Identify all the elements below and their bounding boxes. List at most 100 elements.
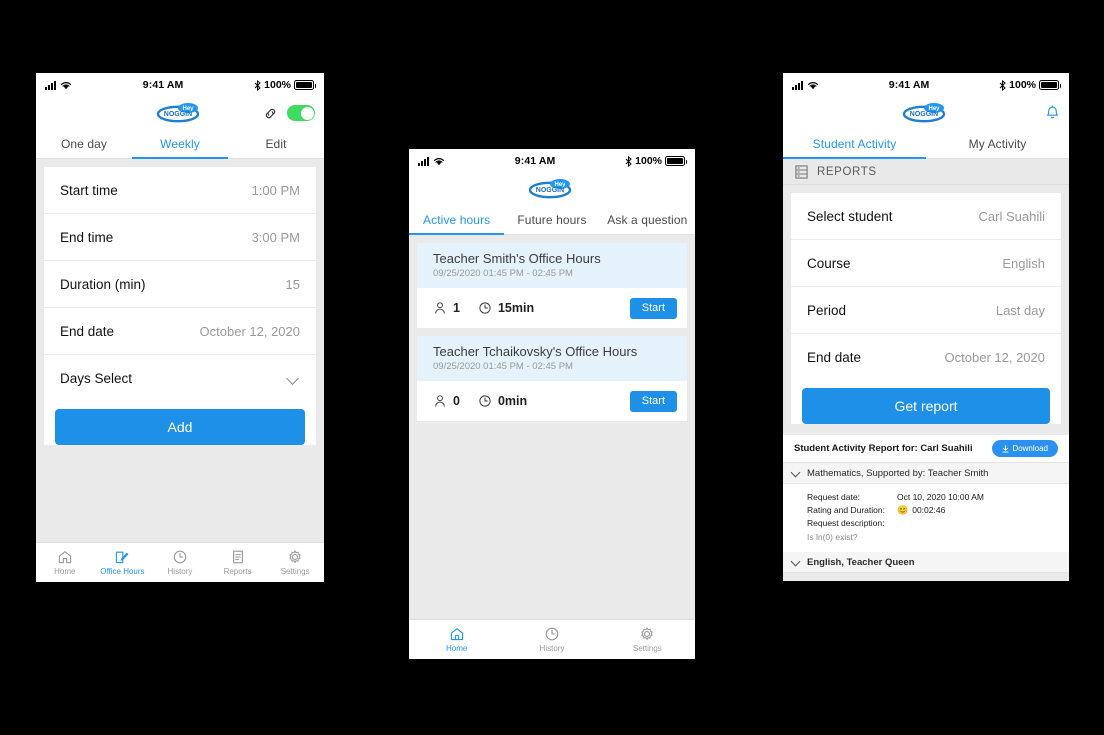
bell-icon[interactable] <box>1045 105 1060 121</box>
start-button[interactable]: Start <box>629 297 677 319</box>
tabbar-label: Reports <box>223 567 252 576</box>
tabbar-label: Home <box>54 567 76 576</box>
row-label: End date <box>60 323 115 339</box>
tabbar-item-settings[interactable]: Settings <box>266 549 324 576</box>
status-time: 9:41 AM <box>142 79 184 91</box>
link-toggle[interactable] <box>287 105 315 121</box>
clock-icon <box>545 627 559 641</box>
download-button[interactable]: Download <box>992 440 1058 457</box>
tabbar-item-reports[interactable]: Reports <box>209 549 267 576</box>
row-label: Course <box>807 255 851 271</box>
status-bar: 9:41 AM 100% <box>36 73 324 97</box>
row-label: Start time <box>60 182 118 198</box>
bottom-tabbar-phone-one: Home Office Hours History Reports Settin… <box>36 542 324 582</box>
tab-future-hours[interactable]: Future hours <box>504 205 599 234</box>
home-icon <box>450 628 463 641</box>
battery-percent: 100% <box>1009 79 1036 91</box>
row-value: 3:00 PM <box>251 229 300 245</box>
cellular-signal-icon <box>418 156 429 166</box>
tabbar-item-settings[interactable]: Settings <box>600 626 695 653</box>
battery-percent: 100% <box>264 79 291 91</box>
tabbar-item-history[interactable]: History <box>151 549 209 576</box>
rating-emoji-icon: 😊 <box>897 505 909 515</box>
gear-icon <box>641 627 653 640</box>
tabbar-label: Office Hours <box>100 567 145 576</box>
report-group-title: English, Teacher Queen <box>807 556 915 568</box>
start-button[interactable]: Start <box>629 390 677 412</box>
row-label: End time <box>60 229 114 245</box>
row-value: 1:00 PM <box>251 182 300 198</box>
hey-noggin-logo: Hey NOGGIN <box>528 178 576 200</box>
row-select-student[interactable]: Select student Carl Suahili <box>791 193 1061 240</box>
report-group-mathematics[interactable]: Mathematics, Supported by: Teacher Smith <box>783 463 1069 484</box>
wifi-icon <box>434 158 444 166</box>
report-group-english[interactable]: English, Teacher Queen <box>783 552 1069 573</box>
tabbar-label: History <box>539 644 565 653</box>
row-course[interactable]: Course English <box>791 240 1061 287</box>
duration-stat: 0min <box>478 394 527 408</box>
office-hours-time: 09/25/2020 01:45 PM - 02:45 PM <box>433 268 573 279</box>
tab-my-activity[interactable]: My Activity <box>926 129 1069 158</box>
person-icon <box>435 395 445 407</box>
gear-icon <box>289 550 301 563</box>
tab-label: Ask a question <box>607 212 688 227</box>
row-end-date[interactable]: End date October 12, 2020 <box>44 308 316 355</box>
tab-ask-a-question[interactable]: Ask a question <box>600 205 695 234</box>
battery-icon <box>294 80 316 90</box>
row-days-select[interactable]: Days Select <box>44 355 316 402</box>
row-label: Period <box>807 302 847 318</box>
battery-percent: 100% <box>635 155 662 167</box>
schedule-form-card: Start time 1:00 PM End time 3:00 PM Dura… <box>44 167 316 445</box>
person-icon <box>435 302 445 314</box>
tabbar-item-office-hours[interactable]: Office Hours <box>94 549 152 576</box>
bottom-tabbar-phone-two: Home History Settings <box>409 619 695 659</box>
row-end-time[interactable]: End time 3:00 PM <box>44 214 316 261</box>
cellular-signal-icon <box>45 80 56 90</box>
link-icon[interactable] <box>263 106 278 121</box>
phone-one-office-hours-setup: 9:41 AM 100% Hey NOGGIN One day Weekly E… <box>36 73 324 582</box>
row-start-time[interactable]: Start time 1:00 PM <box>44 167 316 214</box>
tab-student-activity[interactable]: Student Activity <box>783 129 926 159</box>
detail-value-wrap: 😊 00:02:46 <box>897 504 945 517</box>
row-end-date[interactable]: End date October 12, 2020 <box>791 334 1061 381</box>
list-icon <box>795 164 808 179</box>
status-time: 9:41 AM <box>514 155 556 167</box>
tab-weekly[interactable]: Weekly <box>132 129 228 159</box>
row-value: Carl Suahili <box>978 208 1045 224</box>
row-period[interactable]: Period Last day <box>791 287 1061 334</box>
office-hours-footer: 0 0min Start <box>417 381 687 421</box>
clock-icon <box>479 395 491 407</box>
detail-value: 00:02:46 <box>912 505 946 515</box>
tabbar-item-home[interactable]: Home <box>36 549 94 576</box>
office-hours-card[interactable]: Teacher Smith's Office Hours 09/25/2020 … <box>417 243 687 328</box>
detail-value: Oct 10, 2020 10:00 AM <box>897 492 984 502</box>
row-label: Select student <box>807 208 893 224</box>
screenshot-stage: 9:41 AM 100% Hey NOGGIN One day Weekly E… <box>0 0 1104 735</box>
get-report-button[interactable]: Get report <box>802 388 1050 424</box>
row-value: 15 <box>285 276 300 292</box>
tabbar-item-home[interactable]: Home <box>409 626 504 653</box>
tab-one-day[interactable]: One day <box>36 129 132 158</box>
duration-value: 0min <box>497 394 528 408</box>
tab-label: One day <box>60 136 108 151</box>
battery-icon <box>1039 80 1061 90</box>
tab-label: Student Activity <box>812 136 897 151</box>
detail-key: Request date: <box>807 492 860 502</box>
status-right: 100% <box>625 155 687 167</box>
row-value: October 12, 2020 <box>199 323 300 339</box>
office-hours-card[interactable]: Teacher Tchaikovsky's Office Hours 09/25… <box>417 336 687 421</box>
tab-edit[interactable]: Edit <box>228 129 324 158</box>
row-duration[interactable]: Duration (min) 15 <box>44 261 316 308</box>
battery-icon <box>665 156 687 166</box>
app-header: Hey NOGGIN <box>409 173 695 205</box>
tabbar-item-history[interactable]: History <box>504 626 599 653</box>
logo-text-main: NOGGIN <box>164 111 192 118</box>
tab-active-hours[interactable]: Active hours <box>409 205 505 235</box>
status-time: 9:41 AM <box>888 79 930 91</box>
clock-icon <box>479 302 491 314</box>
phone-three-content: REPORTS Select student Carl Suahili Cour… <box>783 159 1069 581</box>
clock-icon <box>173 550 187 564</box>
add-button[interactable]: Add <box>55 409 305 445</box>
detail-description-text: Is ln(0) exist? <box>807 532 858 542</box>
row-label: Days Select <box>60 371 133 386</box>
